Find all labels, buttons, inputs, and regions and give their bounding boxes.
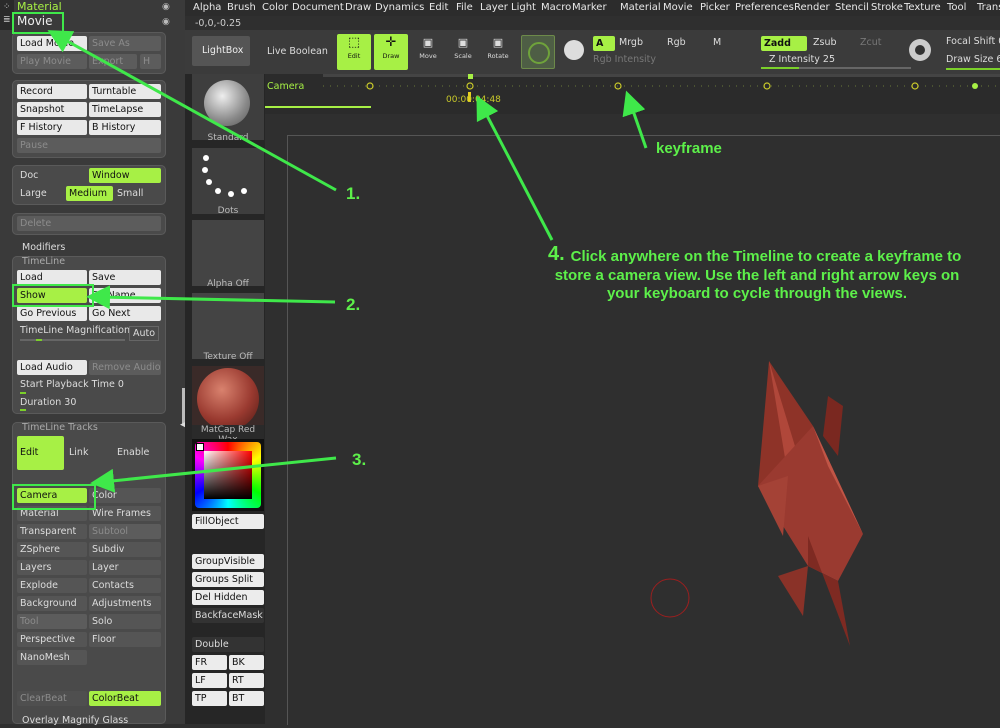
annotation-4-text: Click anywhere on the Timeline to create…: [554, 248, 962, 302]
arrow-to-camera: [90, 456, 337, 493]
annotation-3: 3.: [352, 450, 367, 469]
arrow-to-movie: [47, 30, 337, 192]
arrow-to-show: [86, 285, 336, 310]
annotation-keyframe: keyframe: [656, 140, 722, 157]
annotation-2: 2.: [346, 295, 361, 314]
arrow-to-keyframe: [622, 90, 648, 149]
annotation-1: 1.: [346, 184, 361, 203]
annotation-arrows: [47, 30, 648, 493]
arrow-to-timeline: [476, 95, 554, 241]
